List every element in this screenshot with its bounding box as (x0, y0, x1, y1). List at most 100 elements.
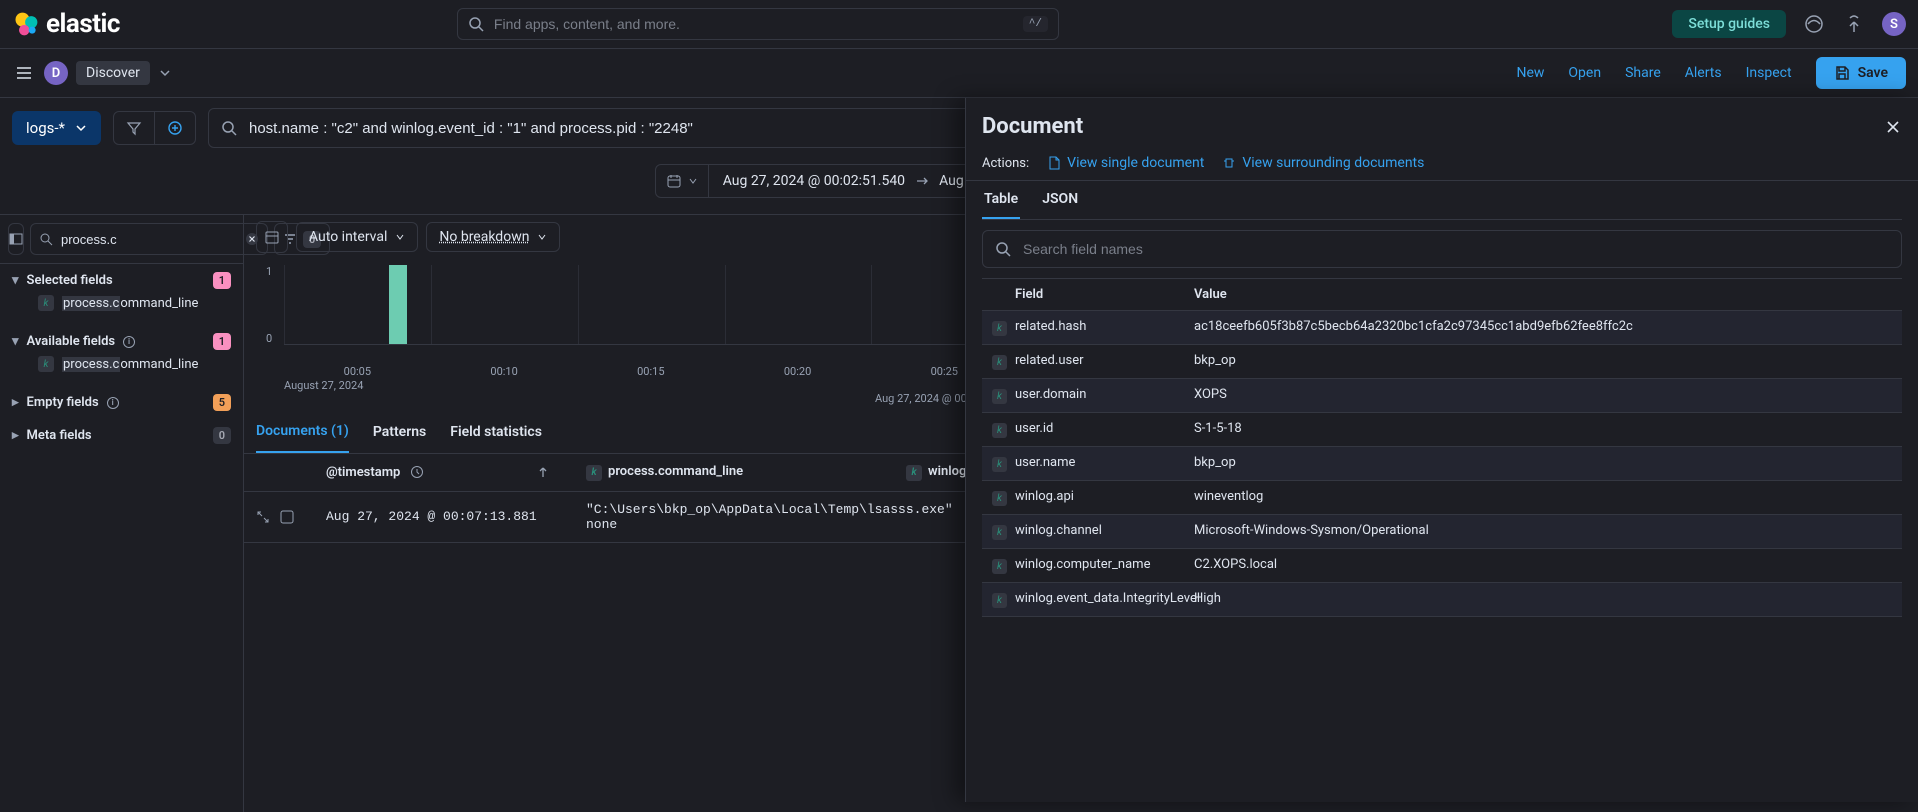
keyword-type-icon: k (992, 525, 1007, 540)
chevron-down-icon: ▾ (12, 334, 19, 349)
col-header-timestamp[interactable]: @timestamp (326, 465, 586, 480)
cell-command-line: "C:\Users\bkp_op\AppData\Local\Temp\lsas… (586, 502, 906, 532)
global-search-input[interactable] (492, 15, 1015, 33)
close-icon (1884, 118, 1902, 136)
chevron-right-icon: ▸ (12, 428, 19, 443)
user-avatar[interactable]: S (1882, 12, 1906, 36)
flyout-tab-json[interactable]: JSON (1040, 181, 1080, 219)
setup-guides-button[interactable]: Setup guides (1672, 10, 1786, 38)
global-search[interactable]: ^/ (457, 8, 1059, 40)
keyword-type-icon: k (992, 491, 1007, 506)
histogram-bar-0[interactable] (389, 265, 407, 344)
keyword-type-icon: k (992, 593, 1007, 608)
breakdown-selector[interactable]: No breakdown (426, 222, 560, 252)
chevron-down-icon (688, 176, 698, 186)
document-icon (1047, 156, 1061, 170)
interval-selector[interactable]: Auto interval (296, 222, 418, 252)
empty-fields-header[interactable]: ▸ Empty fields i 5 (12, 394, 231, 411)
fields-sidebar: 0 ▾ Selected fields 1 k process.command_… (0, 215, 244, 812)
available-fields-header[interactable]: ▾ Available fields i 1 (12, 333, 231, 350)
meta-fields-header[interactable]: ▸ Meta fields 0 (12, 427, 231, 444)
keyword-type-icon: k (992, 457, 1007, 472)
info-icon[interactable]: i (107, 397, 119, 409)
tab-documents[interactable]: Documents (1) (256, 411, 349, 453)
toggle-chart-button[interactable] (256, 221, 288, 253)
index-pattern-selector[interactable]: logs-* (12, 111, 101, 145)
flyout-field-search[interactable] (982, 230, 1902, 268)
view-single-document-link[interactable]: View single document (1047, 155, 1204, 171)
sidebar-field-search-input[interactable] (59, 231, 239, 248)
chevron-down-icon: ▾ (12, 273, 19, 288)
flyout-field-search-input[interactable] (1021, 240, 1889, 258)
search-icon (468, 16, 484, 32)
actions-label: Actions: (982, 156, 1029, 171)
field-row: kwinlog.channelMicrosoft-Windows-Sysmon/… (982, 515, 1902, 549)
keyword-type-icon: k (38, 356, 54, 372)
save-icon (1834, 65, 1850, 81)
documents-icon (1222, 156, 1236, 170)
elastic-wordmark: elastic (46, 9, 120, 39)
filter-icon-button[interactable] (114, 112, 155, 144)
chevron-down-icon (537, 232, 547, 242)
elastic-logo[interactable]: elastic (12, 9, 120, 39)
chevron-down-icon (75, 122, 87, 134)
info-icon[interactable]: i (123, 336, 135, 348)
add-filter-button[interactable] (155, 112, 195, 144)
field-row: kuser.domainXOPS (982, 379, 1902, 413)
search-icon (221, 120, 237, 136)
date-from: Aug 27, 2024 @ 00:02:51.540 (723, 173, 905, 189)
ytick-0: 0 (266, 332, 272, 345)
sidebar-field-search[interactable] (30, 223, 268, 255)
meta-fields-count: 0 (213, 427, 231, 444)
col-header-value: Value (1194, 287, 1892, 302)
panel-collapse-icon (9, 232, 23, 246)
newsfeed-icon[interactable] (1842, 12, 1866, 36)
nav-new[interactable]: New (1516, 65, 1544, 81)
keyword-type-icon: k (992, 559, 1007, 574)
nav-inspect[interactable]: Inspect (1746, 65, 1792, 81)
keyword-type-icon: k (38, 295, 54, 311)
calendar-icon (264, 229, 280, 245)
selected-fields-header[interactable]: ▾ Selected fields 1 (12, 272, 231, 289)
tab-patterns[interactable]: Patterns (373, 412, 426, 452)
expand-row-icon[interactable] (256, 510, 270, 524)
flyout-tab-table[interactable]: Table (982, 181, 1020, 219)
calendar-button[interactable] (656, 165, 709, 197)
flyout-title: Document (982, 114, 1083, 139)
flyout-close-button[interactable] (1884, 118, 1902, 136)
col-header-field: Field (992, 287, 1178, 302)
keyword-type-icon: k (992, 423, 1007, 438)
nav-toggle-icon[interactable] (12, 61, 36, 85)
app-switcher-chevron-icon[interactable] (158, 66, 172, 80)
selected-fields-count: 1 (213, 272, 231, 289)
sidebar-collapse-button[interactable] (8, 223, 24, 255)
notifications-icon[interactable] (1802, 12, 1826, 36)
app-badge: D (44, 61, 68, 85)
sort-ascending-icon[interactable] (536, 465, 550, 479)
search-icon (39, 232, 53, 246)
keyword-type-icon: k (992, 389, 1007, 404)
chevron-right-icon: ▸ (12, 395, 19, 410)
row-checkbox[interactable] (280, 510, 294, 524)
sidebar-item-available-0[interactable]: k process.command_line (12, 350, 231, 378)
nav-share[interactable]: Share (1625, 65, 1661, 81)
sidebar-item-selected-0[interactable]: k process.command_line (12, 289, 231, 317)
app-name-chip[interactable]: Discover (76, 61, 150, 85)
keyword-type-icon: k (906, 465, 922, 481)
cell-timestamp: Aug 27, 2024 @ 00:07:13.881 (326, 502, 586, 532)
available-fields-count: 1 (213, 333, 231, 350)
calendar-icon (666, 173, 682, 189)
nav-alerts[interactable]: Alerts (1685, 65, 1722, 81)
col-header-command-line[interactable]: kprocess.command_line (586, 464, 906, 481)
arrow-right-icon (915, 174, 929, 188)
keyboard-shortcut-hint: ^/ (1023, 16, 1048, 32)
elastic-logo-icon (12, 10, 40, 38)
keyword-type-icon: k (992, 355, 1007, 370)
keyword-type-icon: k (992, 321, 1007, 336)
save-button[interactable]: Save (1816, 57, 1906, 89)
view-surrounding-documents-link[interactable]: View surrounding documents (1222, 155, 1424, 171)
tab-field-statistics[interactable]: Field statistics (450, 412, 542, 452)
field-row: krelated.userbkp_op (982, 345, 1902, 379)
field-row: krelated.hashac18ceefb605f3b87c5becb64a2… (982, 311, 1902, 345)
nav-open[interactable]: Open (1568, 65, 1601, 81)
